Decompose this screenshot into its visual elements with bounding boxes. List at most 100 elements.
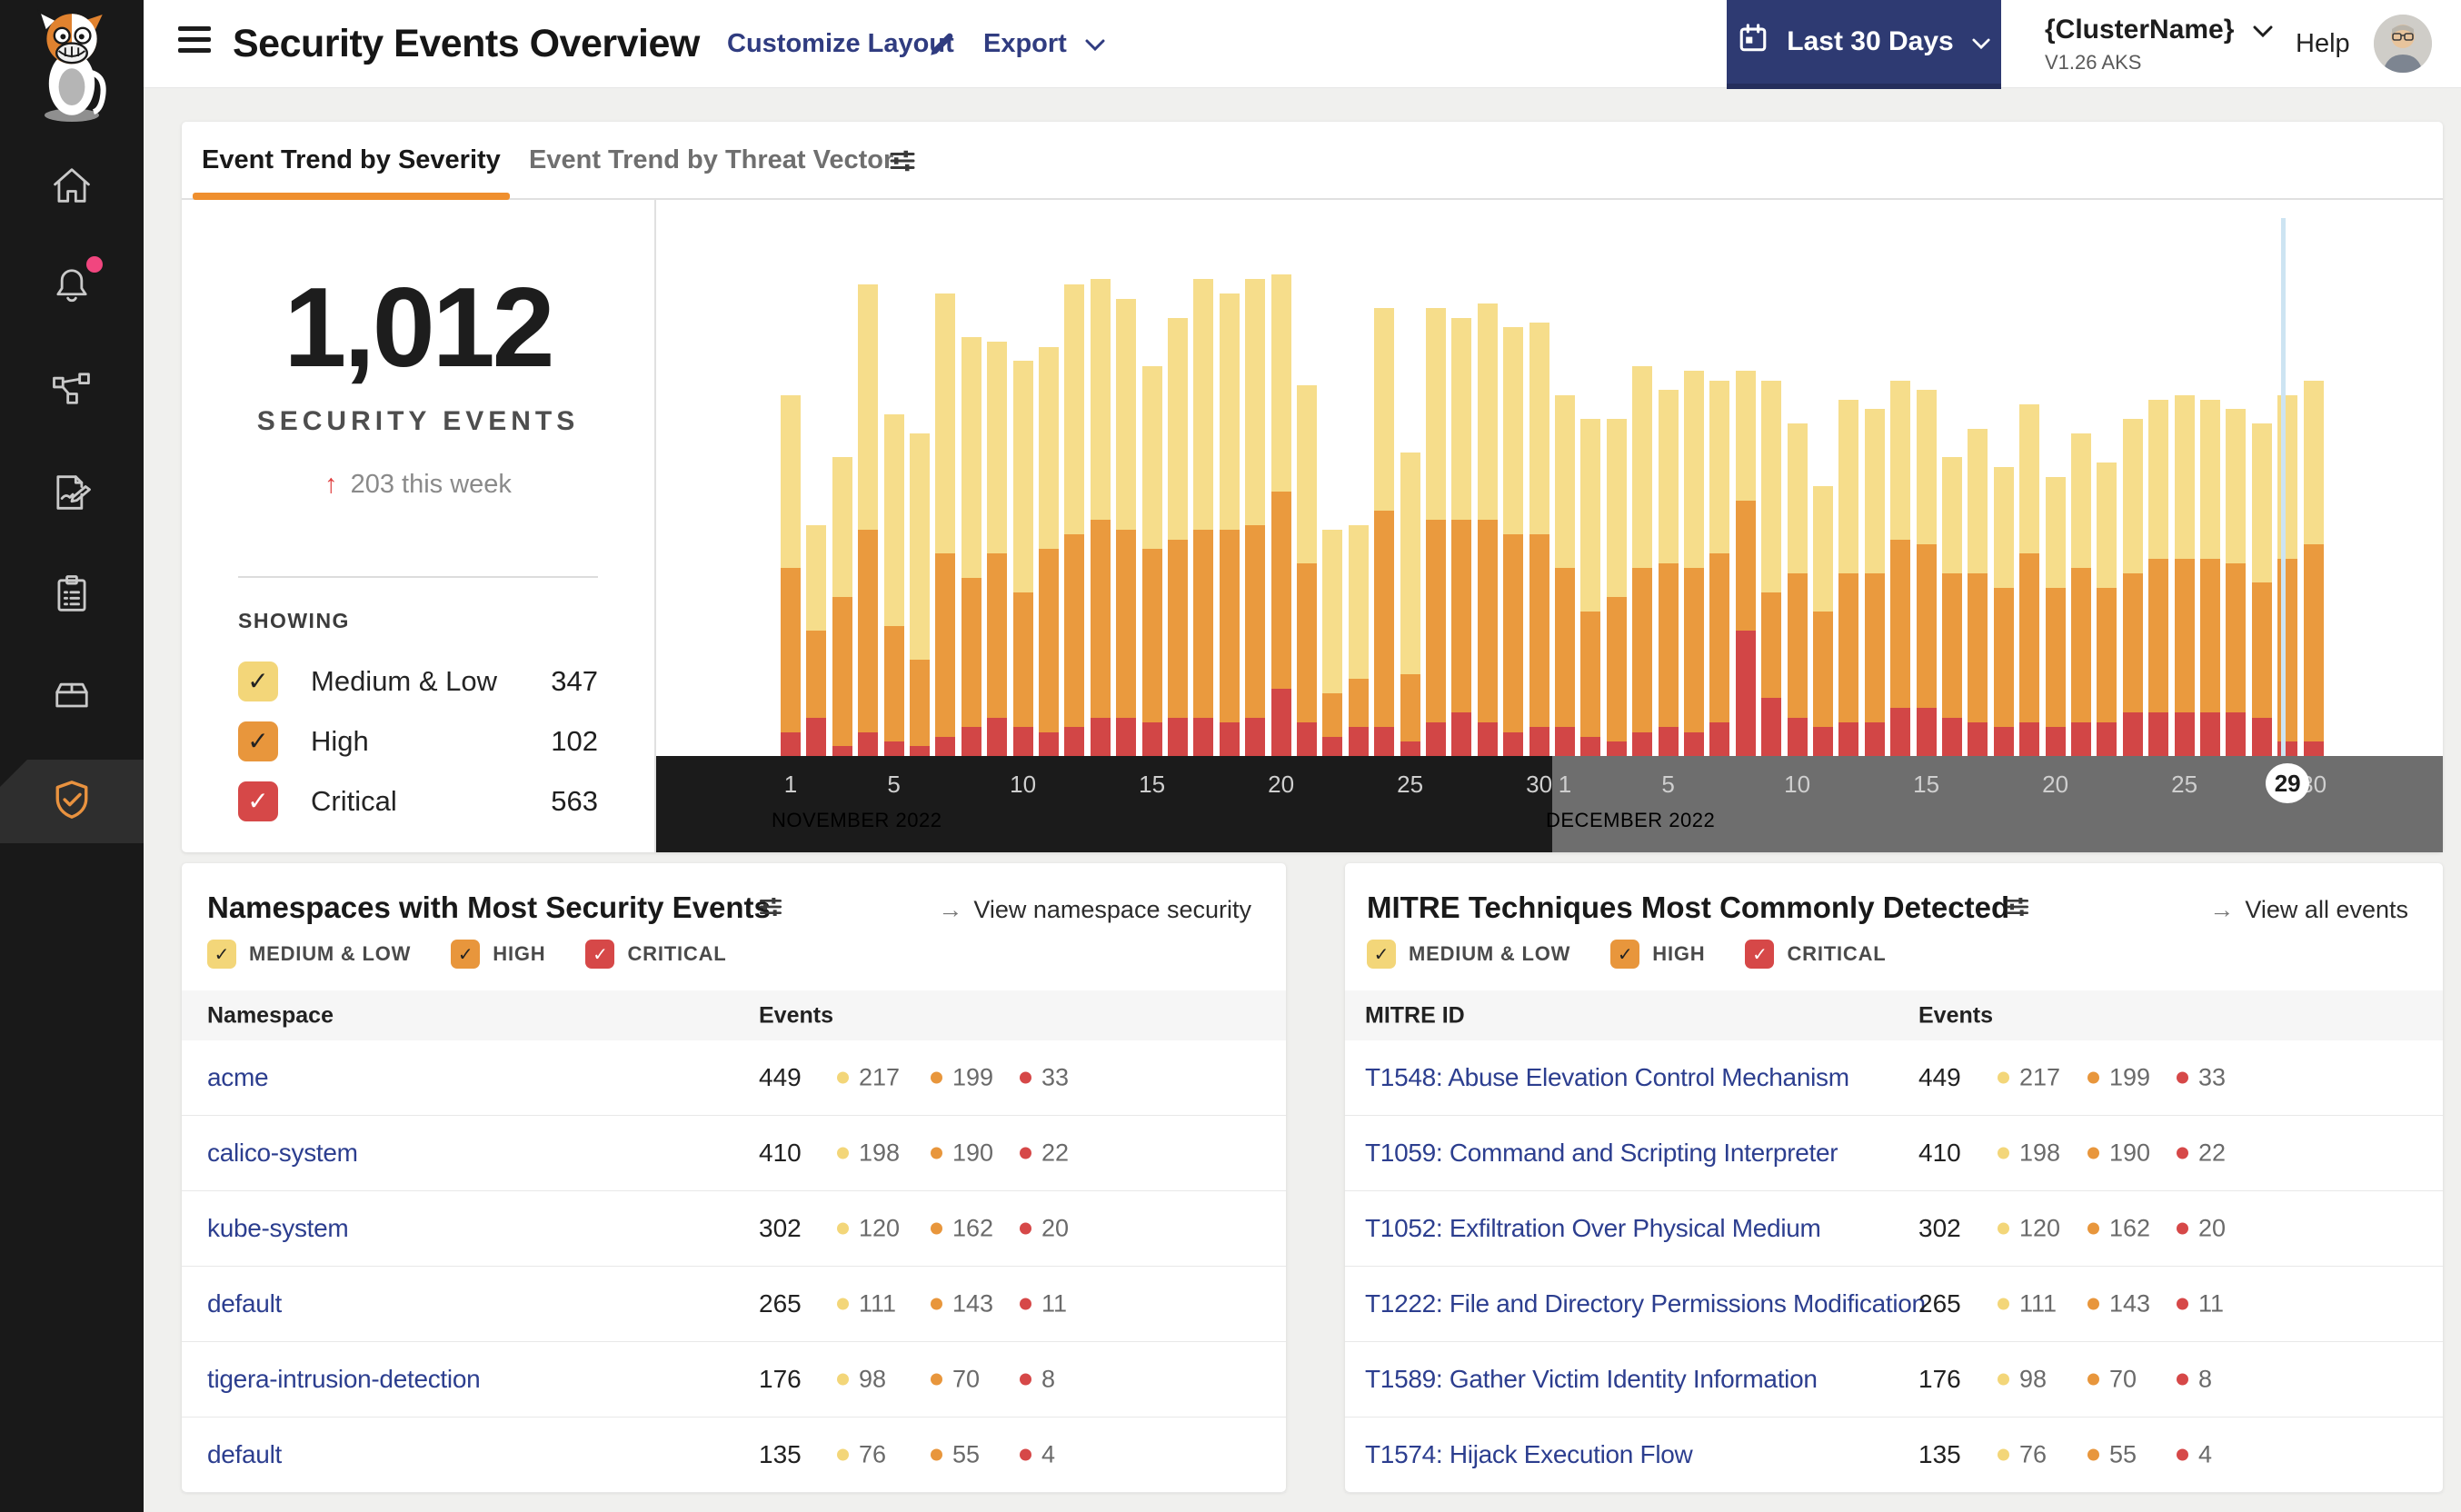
row-link[interactable]: T1222: File and Directory Permissions Mo…: [1365, 1289, 1926, 1318]
chart-bar[interactable]: [1322, 529, 1343, 756]
chart-bar[interactable]: [2226, 409, 2247, 756]
sidebar-item-threat-defense[interactable]: [0, 760, 144, 843]
chart-settings-sliders-icon[interactable]: [886, 144, 919, 182]
chart-bar[interactable]: [1864, 409, 1885, 756]
chart-bar[interactable]: [1116, 298, 1137, 756]
chart-bar[interactable]: [1761, 380, 1782, 756]
chart-bar[interactable]: [1555, 394, 1575, 756]
sidebar-item-alerts[interactable]: [0, 245, 144, 329]
customize-layout-button[interactable]: Customize Layout: [727, 0, 954, 87]
chart-bar[interactable]: [1374, 308, 1395, 756]
chart-bar[interactable]: [858, 284, 879, 756]
chart-bar[interactable]: [1348, 524, 1369, 756]
chart-bar[interactable]: [2174, 394, 2195, 756]
chart-bar[interactable]: [1451, 317, 1472, 756]
sidebar-item-policies[interactable]: [0, 453, 144, 536]
severity-chip-medium_low[interactable]: ✓ MEDIUM & LOW: [207, 940, 411, 969]
cluster-selector[interactable]: {ClusterName} V1.26 AKS: [2045, 15, 2273, 75]
sidebar-item-compliance[interactable]: [0, 554, 144, 638]
chart-bar[interactable]: [1400, 453, 1420, 756]
chart-bar[interactable]: [910, 433, 930, 756]
chart-bar[interactable]: [1529, 323, 1549, 756]
chart-bar[interactable]: [1787, 423, 1808, 756]
row-link[interactable]: calico-system: [207, 1139, 358, 1168]
tab-event-trend-by-threat-vector[interactable]: Event Trend by Threat Vector: [520, 122, 902, 198]
chart-bar[interactable]: [2019, 404, 2040, 756]
chart-bar[interactable]: [1606, 419, 1627, 756]
severity-checkbox[interactable]: ✓: [451, 940, 481, 969]
row-link[interactable]: kube-system: [207, 1214, 349, 1243]
chart-bar[interactable]: [1064, 284, 1085, 756]
chart-bar[interactable]: [2148, 399, 2169, 756]
chart-bar[interactable]: [1684, 371, 1704, 756]
row-link[interactable]: T1548: Abuse Elevation Control Mechanism: [1365, 1063, 1849, 1092]
severity-chip-high[interactable]: ✓ HIGH: [451, 940, 545, 969]
chart-bar[interactable]: [1632, 365, 1653, 756]
chart-bar[interactable]: [832, 457, 852, 756]
sidebar-item-service-graph[interactable]: [0, 348, 144, 432]
chart-bar[interactable]: [1813, 486, 1833, 756]
chart-bar[interactable]: [806, 524, 827, 756]
chart-bar[interactable]: [1916, 390, 1937, 756]
chart-bar[interactable]: [2045, 476, 2066, 756]
chart-bar[interactable]: [1245, 279, 1266, 756]
view-namespace-security-link[interactable]: → View namespace security: [938, 896, 1251, 924]
date-range-button[interactable]: Last 30 Days: [1727, 0, 2001, 89]
row-link[interactable]: acme: [207, 1063, 269, 1092]
chart-bar[interactable]: [1968, 428, 1988, 756]
chart-x-axis[interactable]: 1 5 10 15 20 25 30 NOVEMBER 2022 1 5 10 15 20 25 30 DEC…: [656, 756, 2443, 852]
chart-bar[interactable]: [1993, 467, 2014, 756]
row-link[interactable]: T1059: Command and Scripting Interpreter: [1365, 1139, 1838, 1168]
chart-bar[interactable]: [2251, 423, 2272, 756]
chart-bar[interactable]: [1838, 399, 1859, 756]
sidebar-item-workloads[interactable]: [0, 654, 144, 738]
selected-day-pill[interactable]: 29: [2266, 763, 2310, 803]
pencil-icon[interactable]: [927, 28, 958, 64]
severity-checkbox[interactable]: ✓: [585, 940, 615, 969]
hamburger-menu-icon[interactable]: [178, 26, 213, 61]
row-link[interactable]: T1574: Hijack Execution Flow: [1365, 1440, 1693, 1469]
chart-bar[interactable]: [1580, 419, 1601, 756]
chart-bar[interactable]: [1012, 361, 1033, 756]
chart-bar[interactable]: [1297, 384, 1317, 756]
chart-bar[interactable]: [1168, 317, 1188, 756]
chart-bar[interactable]: [1090, 279, 1111, 756]
export-button[interactable]: Export: [983, 0, 1105, 87]
chart-bar[interactable]: [1942, 457, 1962, 756]
panel-settings-sliders-icon[interactable]: [2003, 892, 2032, 926]
chart-bar[interactable]: [1426, 308, 1446, 756]
chart-bar[interactable]: [935, 293, 956, 756]
chart-bar[interactable]: [987, 342, 1008, 756]
row-link[interactable]: default: [207, 1289, 282, 1318]
chart-bar[interactable]: [961, 336, 981, 756]
chart-bar[interactable]: [1709, 380, 1730, 756]
chart-bar[interactable]: [2303, 380, 2324, 756]
severity-checkbox[interactable]: ✓: [238, 661, 278, 701]
tab-event-trend-by-severity[interactable]: Event Trend by Severity: [193, 122, 510, 200]
row-link[interactable]: T1052: Exfiltration Over Physical Medium: [1365, 1214, 1821, 1243]
chart-bar[interactable]: [1141, 365, 1162, 756]
severity-checkbox[interactable]: ✓: [1367, 940, 1396, 969]
chart-bar[interactable]: [1193, 279, 1214, 756]
chart-bar[interactable]: [1735, 371, 1756, 756]
chart-bar[interactable]: [2071, 433, 2091, 756]
help-link[interactable]: Help: [2296, 0, 2350, 87]
view-all-events-link[interactable]: → View all events: [2209, 896, 2408, 924]
severity-chip-critical[interactable]: ✓ CRITICAL: [1745, 940, 1886, 969]
chart-bar[interactable]: [2097, 462, 2117, 756]
severity-chip-critical[interactable]: ✓ CRITICAL: [585, 940, 726, 969]
panel-settings-sliders-icon[interactable]: [756, 892, 785, 926]
chart-bar[interactable]: [1270, 274, 1291, 756]
severity-checkbox[interactable]: ✓: [1610, 940, 1640, 969]
chart-bar[interactable]: [1503, 327, 1524, 756]
chart-bar[interactable]: [1219, 293, 1240, 756]
severity-checkbox[interactable]: ✓: [1745, 940, 1775, 969]
chart-bar[interactable]: [1477, 303, 1498, 756]
chart-bar[interactable]: [1658, 390, 1679, 756]
row-link[interactable]: T1589: Gather Victim Identity Informatio…: [1365, 1365, 1818, 1394]
chart-bar[interactable]: [1890, 380, 1911, 756]
row-link[interactable]: default: [207, 1440, 282, 1469]
chart-bar[interactable]: [2200, 399, 2220, 756]
sidebar-item-home[interactable]: [0, 145, 144, 229]
severity-checkbox[interactable]: ✓: [207, 940, 236, 969]
